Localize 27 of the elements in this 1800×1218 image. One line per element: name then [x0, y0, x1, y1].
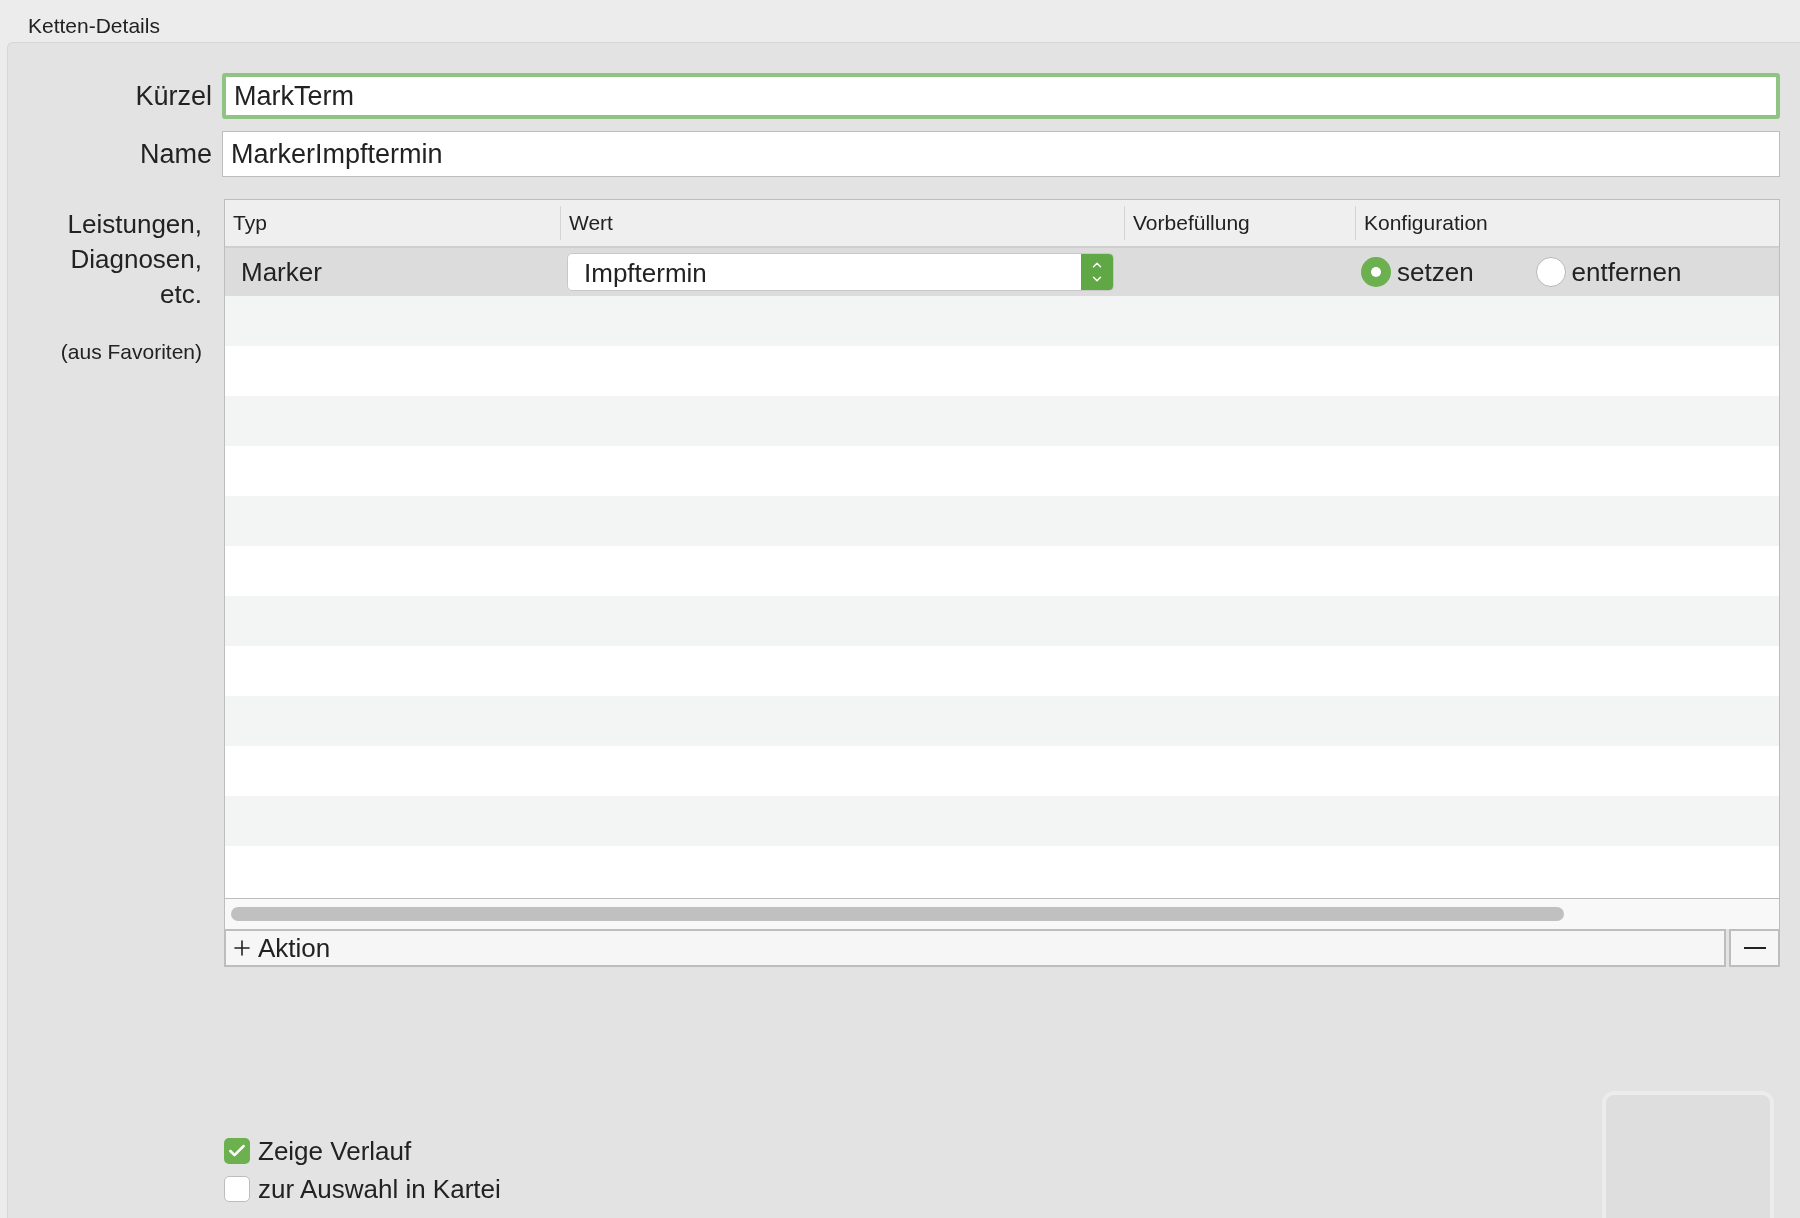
column-header[interactable]: Konfiguration: [1364, 207, 1488, 239]
stepper-icon: [1081, 254, 1113, 290]
radio-label: setzen: [1397, 255, 1474, 289]
text-field[interactable]: MarkTerm: [222, 73, 1780, 119]
value-dropdown[interactable]: Impftermin: [567, 253, 1114, 291]
minus-icon: [1743, 947, 1766, 949]
section-title: Ketten-Details: [28, 14, 160, 37]
remove-button[interactable]: [1729, 929, 1780, 967]
table-label: Leistungen, Diagnosen, etc.: [66, 208, 202, 311]
column-header[interactable]: Wert: [569, 207, 613, 239]
table-note: (aus Favoriten): [60, 339, 202, 365]
radio-label: entfernen: [1571, 255, 1682, 289]
radio-button[interactable]: [1535, 257, 1566, 287]
text-field[interactable]: MarkerImpftermin: [222, 131, 1780, 177]
checkbox-label: zur Auswahl in Kartei: [258, 1173, 501, 1205]
column-header[interactable]: Vorbefüllung: [1133, 207, 1250, 239]
scrollbar[interactable]: [231, 907, 1564, 921]
checkbox[interactable]: [224, 1176, 250, 1202]
checkbox-label: Zeige Verlauf: [258, 1135, 412, 1167]
radio-button[interactable]: [1361, 257, 1391, 287]
table-row[interactable]: Marker Impftermin setzen entfernen: [225, 248, 1779, 296]
table-cell: Marker: [241, 256, 322, 287]
checkbox[interactable]: [224, 1138, 250, 1164]
field-label: Name: [138, 137, 213, 171]
column-header[interactable]: Typ: [233, 207, 267, 239]
field-label: Kürzel: [134, 79, 213, 113]
add-action-button[interactable]: Aktion: [224, 929, 1726, 967]
